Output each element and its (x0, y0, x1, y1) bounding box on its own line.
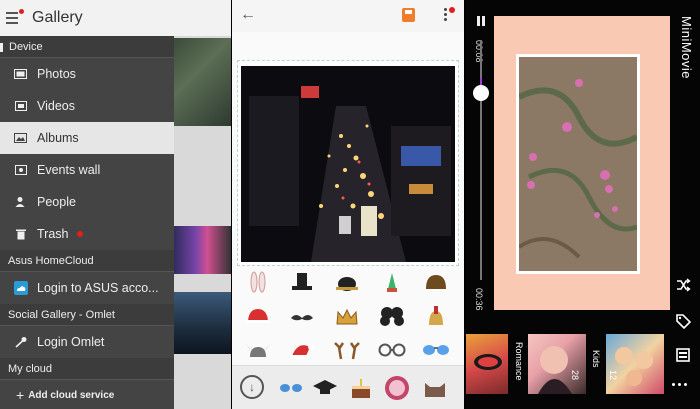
app-title: Gallery (32, 9, 83, 26)
key-icon (14, 335, 28, 349)
gallery-app: Gallery Device Photos Videos Albums Even… (0, 0, 231, 409)
timeline-track[interactable] (480, 40, 482, 280)
album-thumbnail[interactable] (172, 292, 231, 354)
people-icon (14, 195, 28, 209)
section-header-device: Device (0, 36, 174, 58)
drawer-item-label: Trash (37, 227, 69, 241)
movie-preview[interactable] (516, 54, 640, 274)
back-arrow-icon[interactable]: ← (240, 6, 256, 24)
category-glasses-icon[interactable] (276, 373, 306, 403)
category-graduation-cap-icon[interactable] (310, 373, 340, 403)
add-cloud-label: Add cloud service (28, 389, 115, 401)
antlers-sticker[interactable] (329, 336, 365, 364)
section-header-social: Social Gallery - Omlet (0, 304, 174, 326)
curly-wig-sticker[interactable] (374, 303, 410, 331)
top-hat-sticker[interactable] (284, 268, 320, 296)
aviator-sunglasses-sticker[interactable] (418, 336, 454, 364)
sticker-grid (232, 266, 464, 366)
drawer-item-trash[interactable]: Trash (0, 218, 174, 250)
red-cap-sticker[interactable] (240, 303, 276, 331)
drawer-item-label: Videos (37, 99, 75, 113)
albums-icon (14, 131, 28, 145)
album-thumbnail[interactable] (172, 38, 231, 126)
notification-badge (449, 7, 455, 13)
save-icon[interactable] (402, 8, 415, 22)
photos-icon (14, 67, 28, 81)
drawer-item-label: Photos (37, 67, 76, 81)
theme-icon[interactable] (674, 346, 692, 364)
drawer-item-events-wall[interactable]: Events wall (0, 154, 174, 186)
category-badge-icon[interactable] (382, 373, 412, 403)
navigation-drawer: Device Photos Videos Albums Events wall … (0, 36, 174, 409)
homecloud-login[interactable]: Login to ASUS acco... (0, 272, 174, 304)
feather-headdress-sticker[interactable] (374, 268, 410, 296)
theme-thumbnail[interactable] (466, 334, 508, 394)
omlet-login-label: Login Omlet (37, 335, 105, 349)
section-header-mycloud: My cloud (0, 358, 174, 380)
drawer-item-albums[interactable]: Albums (0, 122, 174, 154)
edited-photo[interactable] (241, 66, 455, 262)
app-bar: Gallery (0, 0, 231, 36)
menu-icon[interactable] (6, 9, 24, 24)
drawer-item-people[interactable]: People (0, 186, 174, 218)
theme-count: 28 (570, 370, 580, 381)
events-icon (14, 163, 28, 177)
mustache-glasses-sticker[interactable] (284, 303, 320, 331)
app-title: MiniMovie (679, 16, 694, 80)
plus-icon: + (16, 387, 25, 403)
shuffle-icon[interactable] (674, 276, 692, 294)
drawer-item-label: Events wall (37, 163, 101, 177)
viking-helmet-sticker[interactable] (240, 336, 276, 364)
roman-helmet-sticker[interactable] (418, 303, 454, 331)
trash-icon (14, 227, 28, 241)
section-header-homecloud: Asus HomeCloud (0, 250, 174, 272)
homecloud-login-label: Login to ASUS acco... (37, 281, 159, 295)
drawer-item-label: People (37, 195, 76, 209)
tag-icon[interactable] (674, 312, 692, 330)
santa-hat-sticker[interactable] (284, 336, 320, 364)
trash-badge (76, 231, 83, 237)
time-end: 00:36 (474, 288, 484, 311)
bowler-hat-sticker[interactable] (329, 268, 365, 296)
photo-editor-app: ← ↓ (232, 0, 464, 409)
more-vert-icon[interactable] (444, 6, 448, 23)
theme-thumbnail-kids[interactable]: 12 (606, 334, 664, 394)
album-thumbnail[interactable] (172, 226, 231, 274)
videos-icon (14, 99, 28, 113)
wig-sticker[interactable] (418, 268, 454, 296)
category-cake-icon[interactable] (346, 373, 376, 403)
theme-thumbnail-romance[interactable]: 28 (528, 334, 586, 394)
cloud-icon (14, 281, 28, 295)
drawer-item-label: Albums (37, 131, 79, 145)
download-icon[interactable]: ↓ (240, 375, 264, 399)
omlet-login[interactable]: Login Omlet (0, 326, 174, 358)
pause-icon[interactable] (477, 16, 485, 26)
notification-dot (19, 9, 24, 14)
add-cloud-service-button[interactable]: + Add cloud service (0, 380, 174, 409)
theme-label: Kids (591, 350, 601, 368)
timeline-slider-handle[interactable] (473, 84, 489, 101)
bunny-ears-sticker[interactable] (240, 268, 276, 296)
drawer-item-photos[interactable]: Photos (0, 58, 174, 90)
time-start: 00:08 (474, 40, 484, 63)
theme-count: 12 (608, 370, 618, 381)
minimovie-app: 00:08 00:36 MiniMovie Romance 28 Kids 12 (466, 0, 700, 409)
round-glasses-sticker[interactable] (374, 336, 410, 364)
theme-strip: Romance 28 Kids 12 (466, 334, 666, 396)
theme-label: Romance (514, 342, 524, 381)
more-horiz-icon[interactable] (672, 383, 687, 386)
sticker-category-tray: ↓ (232, 365, 464, 409)
editor-toolbar: ← (232, 0, 464, 32)
crown-sticker[interactable] (329, 303, 365, 331)
category-cat-icon[interactable] (420, 373, 450, 403)
drawer-item-videos[interactable]: Videos (0, 90, 174, 122)
screenshot-composite: Gallery Device Photos Videos Albums Even… (0, 0, 700, 409)
